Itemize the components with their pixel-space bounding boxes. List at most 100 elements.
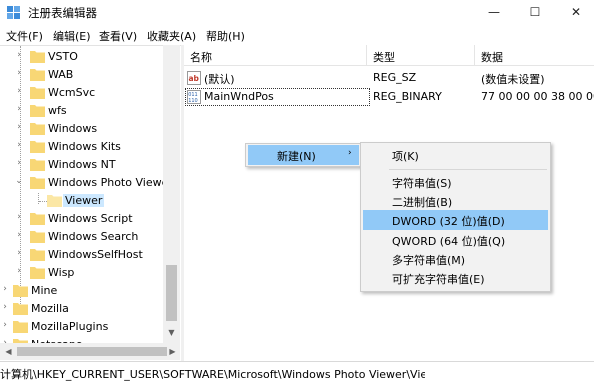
tree-item-label: Windows NT xyxy=(48,158,116,171)
menu-item-label: 多字符串值(M) xyxy=(392,254,466,267)
menu-item-label: 二进制值(B) xyxy=(392,196,453,209)
value-row[interactable]: 011 110 MainWndPos REG_BINARY 77 00 00 0… xyxy=(184,88,594,106)
column-divider[interactable] xyxy=(366,45,367,66)
folder-icon xyxy=(30,249,45,261)
tree-item[interactable]: › Wisp xyxy=(0,264,165,282)
column-header-name[interactable]: 名称 xyxy=(190,49,212,65)
submenu-item-qword[interactable]: QWORD (64 位)值(Q) xyxy=(363,230,548,250)
tree-item[interactable]: › Mozilla xyxy=(0,300,165,318)
submenu-item-multistring[interactable]: 多字符串值(M) xyxy=(363,249,548,269)
folder-icon xyxy=(30,87,45,99)
close-button[interactable]: ✕ xyxy=(553,0,594,25)
collapsed-arrow-icon[interactable]: › xyxy=(0,302,10,312)
tree-item[interactable]: › wfs xyxy=(0,102,165,120)
folder-open-icon xyxy=(30,177,45,189)
menu-view[interactable]: 查看(V) xyxy=(99,28,137,44)
menu-file[interactable]: 文件(F) xyxy=(6,28,43,44)
column-header-type[interactable]: 类型 xyxy=(373,49,395,65)
submenu-item-dword[interactable]: DWORD (32 位)值(D) xyxy=(363,210,548,230)
window-title: 注册表编辑器 xyxy=(28,6,97,20)
collapsed-arrow-icon[interactable]: › xyxy=(14,68,24,78)
expanded-arrow-icon[interactable]: ⌄ xyxy=(14,176,24,186)
registry-tree: › VSTO › WAB › WcmSvc › wfs › Windows › … xyxy=(0,45,181,361)
folder-icon xyxy=(30,123,45,135)
scroll-down-icon[interactable]: ▼ xyxy=(163,328,180,337)
submenu-item-expandstring[interactable]: 可扩充字符串值(E) xyxy=(363,268,548,288)
maximize-button[interactable]: ☐ xyxy=(512,0,558,25)
collapsed-arrow-icon[interactable]: › xyxy=(14,140,24,150)
tree-item-label: Wisp xyxy=(48,266,75,279)
scroll-right-icon[interactable]: ▶ xyxy=(164,347,181,356)
tree-item-label: WcmSvc xyxy=(48,86,96,99)
value-type: REG_BINARY xyxy=(373,90,442,103)
menu-favorites[interactable]: 收藏夹(A) xyxy=(147,28,196,44)
status-bar: 计算机\HKEY_CURRENT_USER\SOFTWARE\Microsoft… xyxy=(0,361,594,381)
collapsed-arrow-icon[interactable]: › xyxy=(14,104,24,114)
folder-icon xyxy=(30,159,45,171)
collapsed-arrow-icon[interactable]: › xyxy=(14,50,24,60)
value-data: (数值未设置) xyxy=(481,73,545,86)
column-header-data[interactable]: 数据 xyxy=(481,49,503,65)
menu-item-label: 项(K) xyxy=(392,150,419,163)
collapsed-arrow-icon[interactable]: › xyxy=(14,86,24,96)
folder-icon xyxy=(13,303,28,315)
tree-item[interactable]: › WcmSvc xyxy=(0,84,165,102)
tree-item[interactable]: › WAB xyxy=(0,66,165,84)
collapsed-arrow-icon[interactable]: › xyxy=(14,212,24,222)
folder-icon xyxy=(30,105,45,117)
submenu-item-binary[interactable]: 二进制值(B) xyxy=(363,191,548,211)
collapsed-arrow-icon[interactable]: › xyxy=(14,122,24,132)
tree-item-label: Mine xyxy=(31,284,58,297)
tree-item[interactable]: › Mine xyxy=(0,282,165,300)
string-value-icon: ab xyxy=(187,71,201,85)
scroll-left-icon[interactable]: ◀ xyxy=(0,347,17,356)
collapsed-arrow-icon[interactable]: › xyxy=(14,266,24,276)
tree-item-label: VSTO xyxy=(48,50,78,63)
tree-vertical-scroll-thumb[interactable] xyxy=(166,265,177,321)
menu-item-new[interactable]: 新建(N) › xyxy=(248,145,359,165)
tree-item[interactable]: ⌄ Windows Photo Viewer xyxy=(0,174,173,192)
minimize-button[interactable]: — xyxy=(471,0,517,25)
tree-item[interactable]: › VSTO xyxy=(0,48,165,66)
tree-item[interactable]: › Windows xyxy=(0,120,165,138)
menu-help[interactable]: 帮助(H) xyxy=(206,28,245,44)
collapsed-arrow-icon[interactable]: › xyxy=(0,320,10,330)
new-submenu: 项(K) 字符串值(S) 二进制值(B) DWORD (32 位)值(D) QW… xyxy=(360,142,551,292)
collapsed-arrow-icon[interactable]: › xyxy=(0,284,10,294)
collapsed-arrow-icon[interactable]: › xyxy=(14,158,24,168)
tree-item-label: Windows Kits xyxy=(48,140,121,153)
folder-icon xyxy=(30,213,45,225)
tree-item[interactable]: › MozillaPlugins xyxy=(0,318,165,336)
tree-item[interactable]: › Windows Kits xyxy=(0,138,165,156)
tree-item-label: Windows Script xyxy=(48,212,133,225)
svg-text:110: 110 xyxy=(188,98,198,104)
menu-item-label: 新建(N) xyxy=(277,150,316,163)
tree-item[interactable]: › Windows Search xyxy=(0,228,165,246)
folder-icon xyxy=(30,51,45,63)
tree-item[interactable]: › WindowsSelfHost xyxy=(0,246,165,264)
menu-item-label: 字符串值(S) xyxy=(392,177,452,190)
tree-item-selected[interactable]: Viewer xyxy=(0,192,165,210)
submenu-arrow-icon: › xyxy=(348,148,352,158)
tree-horizontal-scroll-thumb[interactable] xyxy=(17,347,167,356)
folder-icon xyxy=(30,69,45,81)
tree-item-label: Windows Photo Viewer xyxy=(48,176,173,189)
tree-item[interactable]: › Windows NT xyxy=(0,156,165,174)
menu-bar: 文件(F) 编辑(E) 查看(V) 收藏夹(A) 帮助(H) xyxy=(0,25,594,45)
tree-item[interactable]: › Windows Script xyxy=(0,210,165,228)
submenu-item-key[interactable]: 项(K) xyxy=(363,145,548,165)
collapsed-arrow-icon[interactable]: › xyxy=(14,248,24,258)
status-path: 计算机\HKEY_CURRENT_USER\SOFTWARE\Microsoft… xyxy=(0,368,425,381)
folder-icon xyxy=(30,267,45,279)
binary-value-icon: 011 110 xyxy=(187,90,201,104)
menu-separator xyxy=(389,169,547,170)
value-row[interactable]: ab (默认) REG_SZ (数值未设置) xyxy=(184,69,594,87)
submenu-item-string[interactable]: 字符串值(S) xyxy=(363,172,548,192)
tree-item-label: WAB xyxy=(48,68,74,81)
tree-item-label: Windows Search xyxy=(48,230,139,243)
value-name: (默认) xyxy=(204,73,235,86)
column-divider[interactable] xyxy=(474,45,475,66)
collapsed-arrow-icon[interactable]: › xyxy=(14,230,24,240)
menu-edit[interactable]: 编辑(E) xyxy=(53,28,91,44)
context-menu: 新建(N) › xyxy=(245,143,362,167)
